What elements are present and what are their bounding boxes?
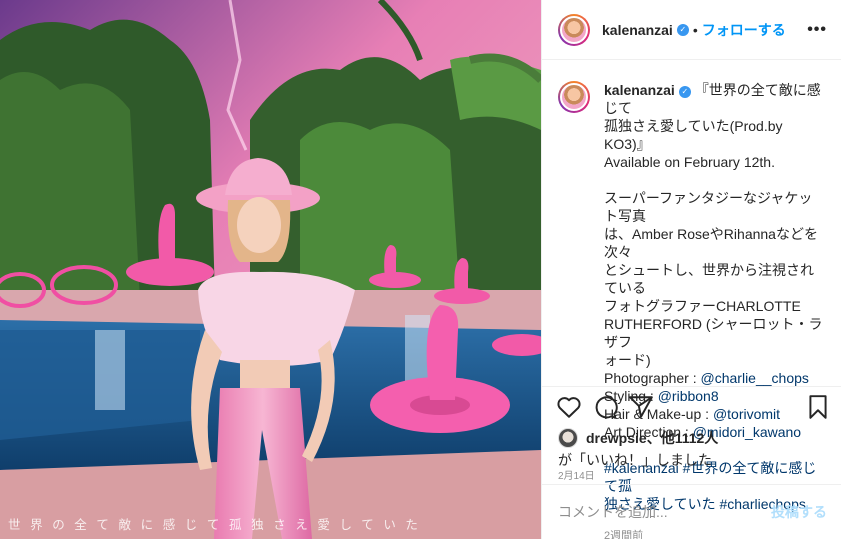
follow-button[interactable]: フォローする — [702, 20, 786, 40]
verified-badge-icon: ✓ — [676, 23, 689, 36]
caption-title-2: 孤独さえ愛していた(Prod.by KO3)』 — [604, 118, 783, 152]
post-side-panel: kalenanzai ✓ • フォローする ••• kalenanzai ✓ 『世… — [541, 0, 841, 539]
caption-available: Available on February 12th. — [604, 154, 775, 170]
liker-username[interactable]: drewpsie — [586, 430, 647, 446]
caption-username[interactable]: kalenanzai — [604, 82, 675, 98]
comment-input[interactable] — [558, 504, 771, 520]
credit-photographer: Photographer : @charlie__chops — [604, 370, 809, 386]
likes-count[interactable]: 、他1112人 — [647, 428, 719, 448]
share-send-icon[interactable] — [628, 394, 654, 420]
bookmark-save-icon[interactable] — [805, 394, 831, 420]
more-options-icon[interactable]: ••• — [807, 21, 827, 39]
caption-body-line: フォトグラファーCHARLOTTE — [604, 298, 801, 314]
likes-suffix: が「いいね！」しました — [558, 452, 712, 468]
post-comment-button[interactable]: 投稿する — [771, 502, 827, 522]
caption-body-line: とシュートし、世界から注視されている — [604, 262, 814, 296]
caption-avatar[interactable] — [558, 81, 590, 113]
post-photo[interactable]: 世界の全て敵に感じて孤独さえ愛していた — [0, 0, 541, 539]
caption-body-line: ォード) — [604, 352, 651, 368]
caption-body-line: は、Amber RoseやRihannaなどを次々 — [604, 226, 818, 260]
caption-text: kalenanzai ✓ 『世界の全て敵に感じて 孤独さえ愛していた(Prod.b… — [604, 81, 825, 539]
instagram-post: 世界の全て敵に感じて孤独さえ愛していた kalenanzai ✓ • フォローす… — [0, 0, 841, 539]
verified-badge-icon: ✓ — [678, 86, 691, 98]
action-bar — [542, 386, 841, 426]
post-date[interactable]: 2月14日 — [558, 467, 595, 482]
photo-title-overlay: 世界の全て敵に感じて孤独さえ愛していた — [8, 517, 428, 532]
add-comment-bar: 投稿する — [542, 484, 841, 539]
caption-body-line: スーパーファンタジーなジャケット写真 — [604, 190, 813, 224]
author-username[interactable]: kalenanzai — [602, 22, 673, 38]
post-header: kalenanzai ✓ • フォローする ••• — [542, 0, 841, 60]
likes-summary: drewpsie 、他1112人 が「いいね！」しました — [558, 428, 825, 470]
caption-area: kalenanzai ✓ 『世界の全て敵に感じて 孤独さえ愛していた(Prod.b… — [542, 61, 841, 539]
header-separator: • — [692, 21, 698, 38]
comment-bubble-icon[interactable] — [592, 394, 618, 420]
photographer-link[interactable]: @charlie__chops — [701, 370, 809, 386]
photo-illustration — [0, 0, 541, 539]
caption-comment: kalenanzai ✓ 『世界の全て敵に感じて 孤独さえ愛していた(Prod.b… — [558, 81, 825, 539]
liker-avatar[interactable] — [558, 428, 578, 448]
author-avatar[interactable] — [558, 13, 590, 46]
like-heart-icon[interactable] — [556, 394, 582, 420]
caption-body-line: RUTHERFORD (シャーロット・ラザフ — [604, 316, 823, 350]
